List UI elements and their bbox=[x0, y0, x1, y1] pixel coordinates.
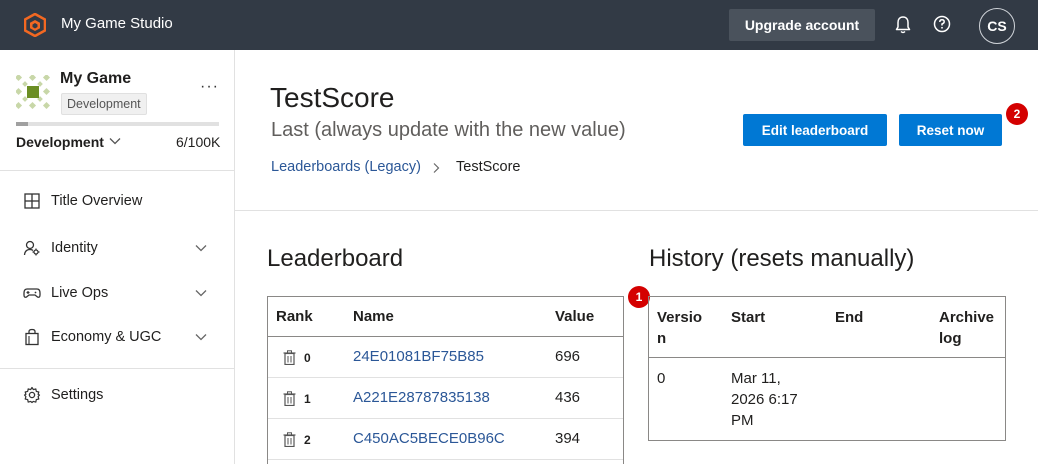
history-table: Versio n Start End Archive log 0 Mar 11, 20… bbox=[648, 296, 1006, 441]
start-cell-line: PM bbox=[731, 412, 754, 429]
sidebar-item-label: Settings bbox=[51, 387, 104, 403]
breadcrumb-leaderboards-link[interactable]: Leaderboards (Legacy) bbox=[271, 159, 421, 175]
table-row: 1 A221E28787835138 436 bbox=[268, 378, 623, 419]
chevron-right-icon bbox=[433, 163, 440, 173]
sidebar-item-label: Title Overview bbox=[51, 193, 143, 209]
player-name-link[interactable]: 24E01081BF75B85 bbox=[353, 348, 484, 365]
sidebar-item-label: Economy & UGC bbox=[51, 329, 162, 345]
sidebar: My Game Development ··· Development 6/10… bbox=[0, 50, 235, 464]
sidebar-item-live-ops[interactable]: Live Ops bbox=[0, 276, 234, 312]
game-name[interactable]: My Game bbox=[60, 70, 131, 88]
rank-cell: 2 bbox=[304, 433, 311, 447]
player-name-link[interactable]: C450AC5BECE0B96C bbox=[353, 430, 505, 447]
sidebar-item-title-overview[interactable]: Title Overview bbox=[0, 184, 234, 220]
chevron-down-icon bbox=[195, 290, 207, 297]
header-divider bbox=[235, 210, 1038, 211]
gamepad-icon bbox=[23, 288, 41, 298]
start-cell: Mar 11, 2026 6:17 PM bbox=[731, 368, 798, 431]
chevron-down-icon bbox=[195, 245, 207, 252]
environment-badge: Development bbox=[61, 93, 147, 115]
sidebar-item-economy-ugc[interactable]: Economy & UGC bbox=[0, 320, 234, 356]
column-header-start[interactable]: Start bbox=[731, 307, 765, 328]
start-cell-line: 2026 6:17 bbox=[731, 391, 798, 408]
version-cell: 0 bbox=[657, 370, 666, 387]
sidebar-divider bbox=[0, 368, 234, 369]
table-header: Versio n Start End Archive log bbox=[649, 297, 1005, 358]
environment-select[interactable]: Development bbox=[16, 134, 104, 150]
more-options-button[interactable]: ··· bbox=[200, 78, 219, 96]
bag-icon bbox=[25, 328, 39, 346]
reset-now-button[interactable]: Reset now bbox=[899, 114, 1002, 146]
sidebar-item-settings[interactable]: Settings bbox=[0, 378, 234, 414]
column-header-name[interactable]: Name bbox=[353, 308, 394, 325]
rank-cell: 1 bbox=[304, 392, 311, 406]
usage-bar bbox=[16, 122, 219, 126]
breadcrumb-current: TestScore bbox=[456, 159, 521, 175]
app-title[interactable]: My Game Studio bbox=[61, 15, 173, 32]
value-cell: 394 bbox=[555, 430, 581, 447]
upgrade-account-button[interactable]: Upgrade account bbox=[729, 9, 875, 41]
column-header-archive-line: Archive bbox=[939, 309, 995, 326]
history-section-title: History (resets manually) bbox=[649, 245, 915, 272]
column-header-archive-line: log bbox=[939, 330, 962, 347]
gear-icon bbox=[23, 386, 41, 404]
chevron-down-icon bbox=[195, 334, 207, 341]
sidebar-item-label: Identity bbox=[51, 240, 98, 256]
chevron-down-icon[interactable] bbox=[109, 136, 121, 146]
sidebar-divider bbox=[0, 170, 234, 171]
trash-icon[interactable] bbox=[283, 350, 296, 365]
annotation-badge-2: 2 bbox=[1006, 103, 1028, 125]
grid-icon bbox=[24, 193, 40, 209]
studio-logo-icon[interactable] bbox=[24, 13, 46, 37]
bell-icon[interactable] bbox=[894, 15, 912, 35]
column-header-archive-log[interactable]: Archive log bbox=[939, 307, 994, 349]
usage-count: 6/100K bbox=[176, 134, 221, 150]
sidebar-item-identity[interactable]: Identity bbox=[0, 231, 234, 267]
annotation-badge-1: 1 bbox=[628, 286, 650, 308]
column-header-version-line: Versio bbox=[657, 309, 703, 326]
table-header: Rank Name Value bbox=[268, 297, 623, 337]
value-cell: 436 bbox=[555, 389, 581, 406]
column-header-version[interactable]: Versio n bbox=[657, 307, 702, 349]
trash-icon[interactable] bbox=[283, 391, 296, 406]
value-cell: 696 bbox=[555, 348, 581, 365]
help-icon[interactable] bbox=[933, 15, 951, 33]
rank-cell: 0 bbox=[304, 351, 311, 365]
page-subtitle: Last (always update with the new value) bbox=[271, 119, 626, 141]
edit-leaderboard-button[interactable]: Edit leaderboard bbox=[743, 114, 887, 146]
player-name-link[interactable]: A221E28787835138 bbox=[353, 389, 490, 406]
usage-bar-fill bbox=[16, 122, 29, 126]
leaderboard-table: Rank Name Value 0 24E01081BF75B85 696 1 … bbox=[267, 296, 624, 464]
column-header-value[interactable]: Value bbox=[555, 308, 594, 325]
column-header-rank[interactable]: Rank bbox=[276, 308, 313, 325]
game-thumbnail-icon bbox=[16, 75, 50, 109]
column-header-end[interactable]: End bbox=[835, 307, 863, 328]
trash-icon[interactable] bbox=[283, 432, 296, 447]
page-title: TestScore bbox=[270, 82, 395, 113]
user-avatar[interactable]: CS bbox=[979, 8, 1015, 44]
column-header-version-line: n bbox=[657, 330, 667, 347]
table-row: 0 24E01081BF75B85 696 bbox=[268, 337, 623, 378]
top-bar: My Game Studio Upgrade account CS bbox=[0, 0, 1038, 50]
leaderboard-section-title: Leaderboard bbox=[267, 245, 404, 272]
sidebar-item-label: Live Ops bbox=[51, 285, 109, 301]
table-row: 2 C450AC5BECE0B96C 394 bbox=[268, 419, 623, 460]
identity-icon bbox=[23, 240, 40, 256]
start-cell-line: Mar 11, bbox=[731, 370, 781, 387]
